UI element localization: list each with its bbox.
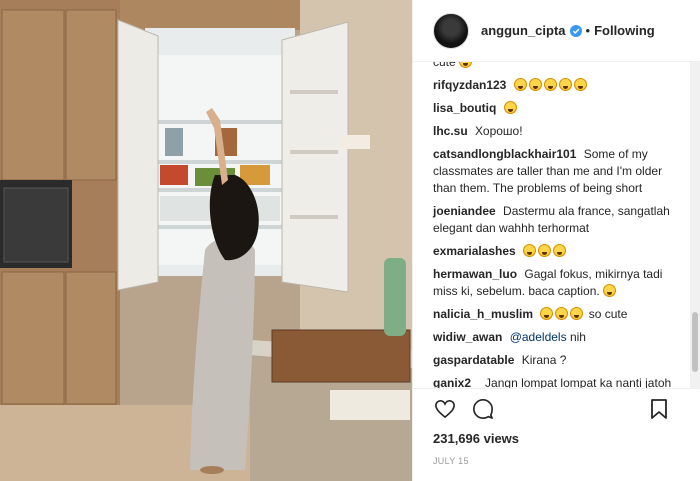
comments-scrollbar[interactable] xyxy=(690,62,700,388)
comment-username[interactable]: joeniandee xyxy=(433,204,496,218)
post-date[interactable]: JULY 15 xyxy=(433,456,685,466)
heart-icon[interactable] xyxy=(433,397,457,421)
emoji-icon xyxy=(558,78,572,91)
comment-item: hermawan_luo Gagal fokus, mikirnya tadi … xyxy=(433,266,673,300)
emoji-icon xyxy=(573,78,587,91)
comment-icon[interactable] xyxy=(471,397,495,421)
comment-item: ganix2_ Jangn lompat lompat ka nanti jat… xyxy=(433,375,673,388)
comment-item: rifqyzdan123 xyxy=(433,77,673,94)
emoji-icon xyxy=(538,244,552,257)
emoji-icon xyxy=(603,284,617,297)
post-side-panel: anggun_cipta • Following cute rifqyzdan1… xyxy=(412,0,700,481)
emoji-icon xyxy=(513,78,527,91)
scrollbar-thumb[interactable] xyxy=(692,312,698,372)
post-photo[interactable] xyxy=(0,0,412,481)
emoji-icon xyxy=(523,244,537,257)
bookmark-icon[interactable] xyxy=(647,397,671,421)
views-count[interactable]: 231,696 views xyxy=(433,431,685,446)
comment-username[interactable]: lisa_boutiq xyxy=(433,101,496,115)
comment-item: widiw_awan @adeldels nih xyxy=(433,329,673,346)
action-row xyxy=(433,389,685,429)
comment-item: nalicia_h_muslim so cute xyxy=(433,306,673,323)
comment-username[interactable]: widiw_awan xyxy=(433,330,502,344)
comment-item: catsandlongblackhair101 Some of my class… xyxy=(433,146,673,197)
comment-item: lisa_boutiq xyxy=(433,100,673,117)
comment-item: cute xyxy=(433,62,673,71)
emoji-icon xyxy=(503,101,517,114)
comment-username[interactable]: exmarialashes xyxy=(433,244,516,258)
comment-username[interactable]: gaspardatable xyxy=(433,353,514,367)
emoji-icon xyxy=(528,78,542,91)
emoji-icon xyxy=(570,307,584,320)
comment-username[interactable]: lhc.su xyxy=(433,124,468,138)
photo-scene xyxy=(0,0,412,481)
emoji-icon xyxy=(543,78,557,91)
comment-mention[interactable]: @adeldels xyxy=(510,330,567,344)
comment-text: so cute xyxy=(588,307,628,321)
comment-text: nih xyxy=(569,330,586,344)
header-separator: • xyxy=(585,23,591,38)
comment-username[interactable]: rifqyzdan123 xyxy=(433,78,506,92)
post-actions: 231,696 views JULY 15 xyxy=(413,388,700,481)
emoji-icon xyxy=(540,307,554,320)
comment-username[interactable]: hermawan_luo xyxy=(433,267,517,281)
comment-text: cute xyxy=(433,62,456,69)
post-header: anggun_cipta • Following xyxy=(413,0,700,62)
comments-list[interactable]: cute rifqyzdan123 lisa_boutiq lhc.su Хор… xyxy=(413,62,689,388)
emoji-icon xyxy=(555,307,569,320)
comment-text: Kirana ? xyxy=(521,353,567,367)
comment-item: lhc.su Хорошо! xyxy=(433,123,673,140)
comment-username[interactable]: catsandlongblackhair101 xyxy=(433,147,576,161)
comment-item: joeniandee Dastermu ala france, sangatla… xyxy=(433,203,673,237)
comment-item: gaspardatable Kirana ? xyxy=(433,352,673,369)
laughing-emoji-icon xyxy=(459,62,473,68)
post-username[interactable]: anggun_cipta xyxy=(481,23,566,38)
comment-username[interactable]: ganix2_ xyxy=(433,376,478,388)
comment-username[interactable]: nalicia_h_muslim xyxy=(433,307,533,321)
comment-item: exmarialashes xyxy=(433,243,673,260)
avatar[interactable] xyxy=(433,12,469,49)
following-button[interactable]: Following xyxy=(594,23,655,38)
verified-badge-icon xyxy=(569,24,582,37)
emoji-icon xyxy=(553,244,567,257)
comment-text: Хорошо! xyxy=(475,124,523,138)
